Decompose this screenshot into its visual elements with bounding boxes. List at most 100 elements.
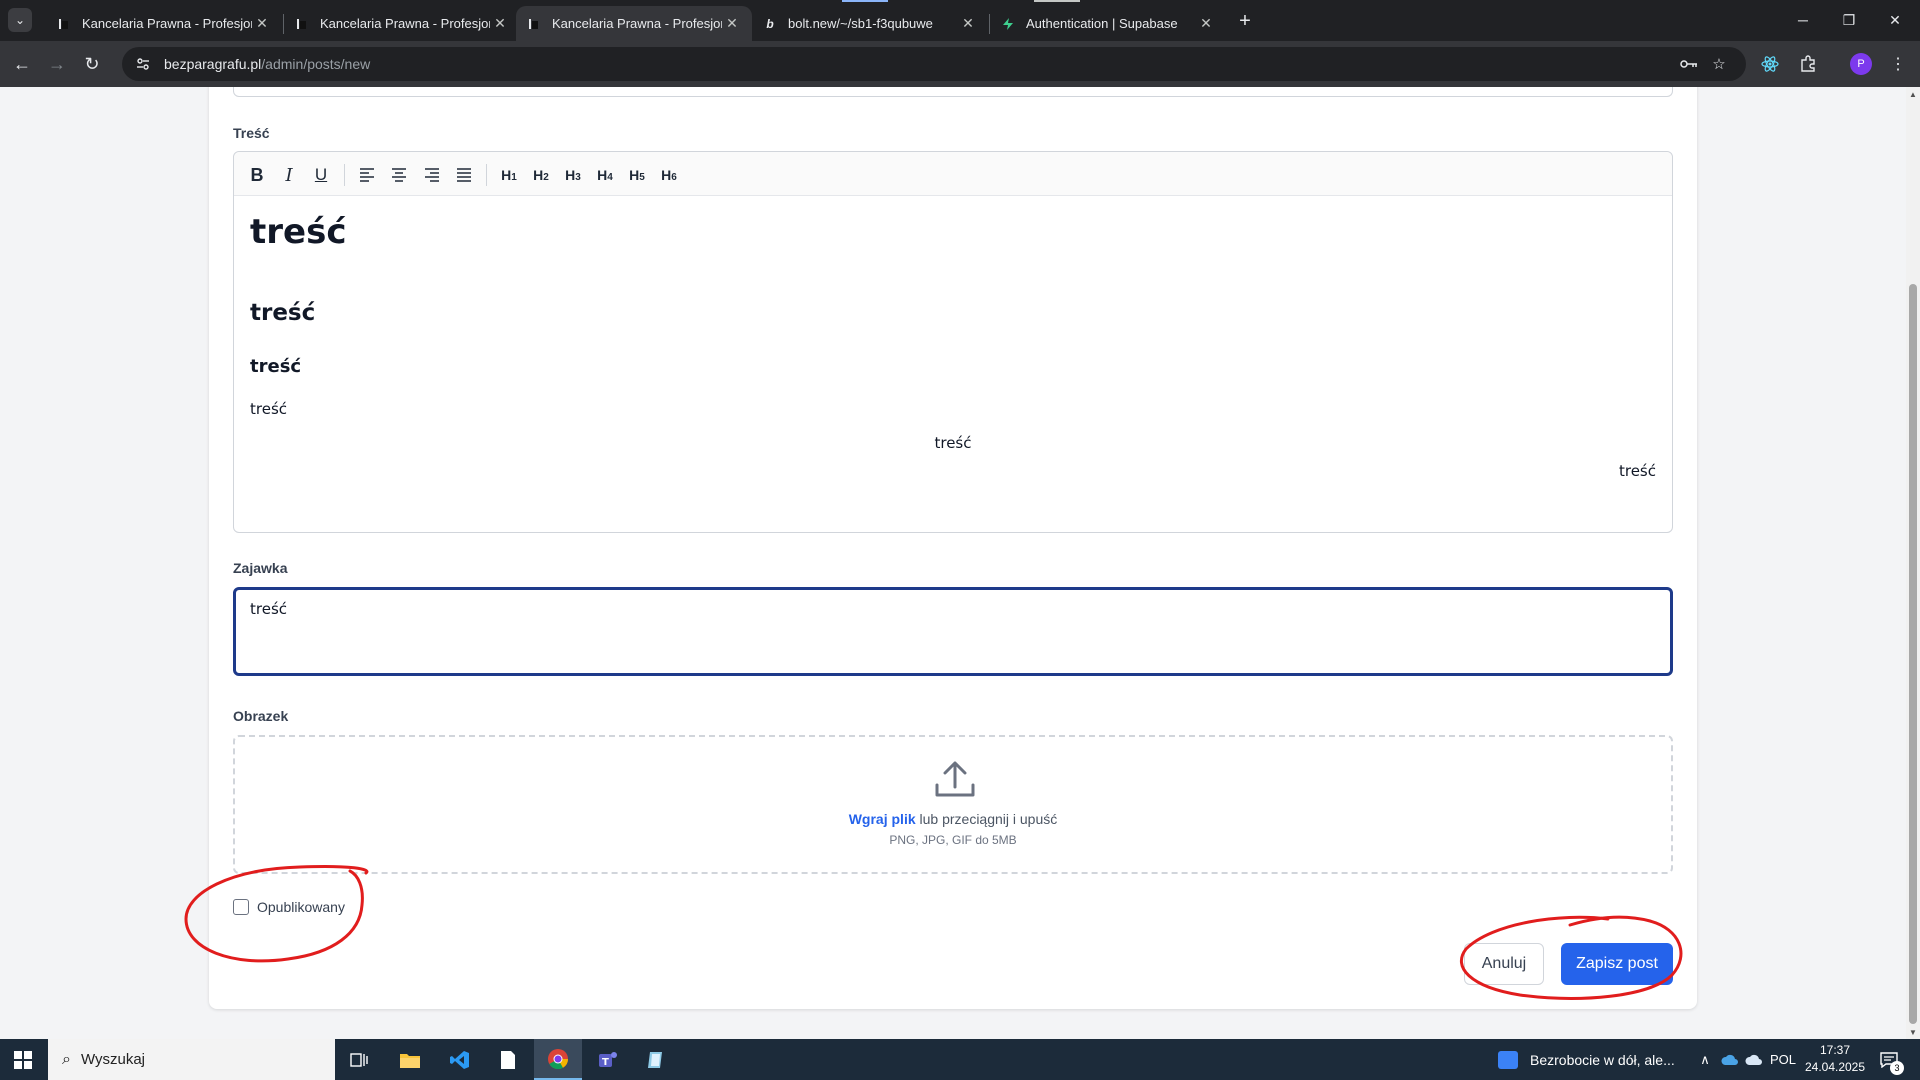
clock-date: 24.04.2025 xyxy=(1804,1060,1866,1074)
align-center-button[interactable] xyxy=(386,162,412,188)
heading-letter: H xyxy=(597,167,608,183)
tab-title: Authentication | Supabase xyxy=(1026,16,1178,31)
align-right-button[interactable] xyxy=(419,162,445,188)
onedrive-personal-icon[interactable] xyxy=(1742,1039,1766,1080)
browser-toolbar: ← → ↻ bezparagrafu.pl/admin/posts/new ☆ … xyxy=(0,41,1920,87)
editor-toolbar: B I U H1 H2 H3 H4 H5 H6 xyxy=(234,152,1672,196)
align-center-icon xyxy=(392,168,406,182)
align-justify-button[interactable] xyxy=(451,162,477,188)
tab-loading-indicator xyxy=(842,0,888,2)
notification-count-badge: 3 xyxy=(1890,1061,1904,1075)
rich-text-editor[interactable]: B I U H1 H2 H3 H4 H5 H6 treść treść treś… xyxy=(233,151,1673,533)
task-view-button[interactable] xyxy=(335,1039,383,1080)
content-label: Treść xyxy=(233,125,270,141)
new-tab-button[interactable]: + xyxy=(1232,8,1258,34)
forward-button[interactable]: → xyxy=(43,50,71,78)
teams-app[interactable]: T xyxy=(584,1039,632,1080)
heading-5-button[interactable]: H5 xyxy=(624,162,650,188)
address-bar[interactable]: bezparagrafu.pl/admin/posts/new ☆ xyxy=(122,47,1746,81)
page-viewport: Treść B I U H1 H2 H3 H4 H5 H6 treść treś… xyxy=(0,87,1906,1039)
upload-instructions: Wgraj plik lub przeciągnij i upuść xyxy=(235,811,1671,827)
editor-paragraph-right: treść xyxy=(1618,462,1656,480)
heading-6-button[interactable]: H6 xyxy=(656,162,682,188)
heading-letter: H xyxy=(565,167,576,183)
heading-level: 1 xyxy=(511,171,517,183)
previous-field-bottom[interactable] xyxy=(233,87,1673,97)
close-tab-icon[interactable]: ✕ xyxy=(252,14,272,34)
taskbar-search[interactable]: ⌕ Wyszukaj xyxy=(48,1039,335,1080)
heading-1-button[interactable]: H1 xyxy=(496,162,522,188)
notification-center-button[interactable]: 3 xyxy=(1876,1047,1904,1075)
heading-3-button[interactable]: H3 xyxy=(560,162,586,188)
italic-button[interactable]: I xyxy=(276,162,302,188)
heading-level: 6 xyxy=(671,171,677,183)
browser-tab-1[interactable]: Kancelaria Prawna - Profesjonal ✕ xyxy=(46,6,282,41)
reload-button[interactable]: ↻ xyxy=(78,50,106,78)
heading-level: 2 xyxy=(543,171,549,183)
close-tab-icon[interactable]: ✕ xyxy=(1196,14,1216,34)
vscode-app[interactable] xyxy=(436,1039,484,1080)
browser-tab-2[interactable]: Kancelaria Prawna - Profesjonal ✕ xyxy=(284,6,520,41)
taskbar-search-placeholder: Wyszukaj xyxy=(80,1051,146,1068)
editor-heading-3: treść xyxy=(250,356,302,377)
profile-avatar[interactable]: P xyxy=(1850,53,1872,75)
heading-4-button[interactable]: H4 xyxy=(592,162,618,188)
align-left-button[interactable] xyxy=(354,162,380,188)
onedrive-icon[interactable] xyxy=(1718,1039,1742,1080)
editor-content[interactable]: treść treść treść treść treść treść xyxy=(234,196,1672,532)
task-view-icon xyxy=(350,1052,368,1067)
close-window-button[interactable]: ✕ xyxy=(1872,0,1918,40)
published-checkbox[interactable] xyxy=(233,899,249,915)
scroll-down-arrow[interactable]: ▼ xyxy=(1906,1025,1920,1039)
cancel-button[interactable]: Anuluj xyxy=(1464,943,1544,985)
react-devtools-icon[interactable] xyxy=(1756,50,1784,78)
notepad-app[interactable] xyxy=(484,1039,532,1080)
scrollbar-thumb[interactable] xyxy=(1909,284,1917,1024)
bold-button[interactable]: B xyxy=(244,162,270,188)
underline-button[interactable]: U xyxy=(308,162,334,188)
search-icon: ⌕ xyxy=(62,1050,71,1068)
chrome-app[interactable] xyxy=(534,1039,582,1080)
url-host: bezparagrafu.pl xyxy=(164,56,262,72)
save-post-button[interactable]: Zapisz post xyxy=(1561,943,1673,985)
news-widget[interactable]: Bezrobocie w dół, ale... xyxy=(1498,1039,1675,1080)
tab-title: bolt.new/~/sb1-f3qubuwe xyxy=(788,16,933,31)
extensions-puzzle-icon[interactable] xyxy=(1794,50,1822,78)
language-indicator[interactable]: POL xyxy=(1768,1039,1798,1080)
tab-title: Kancelaria Prawna - Profesjonal xyxy=(82,16,252,31)
page-scrollbar[interactable]: ▲ ▼ xyxy=(1906,87,1920,1039)
published-label[interactable]: Opublikowany xyxy=(257,899,345,915)
browser-tab-3-active[interactable]: Kancelaria Prawna - Profesjonal ✕ xyxy=(516,6,752,41)
show-hidden-icons-chevron[interactable]: ∧ xyxy=(1694,1039,1716,1080)
heading-2-button[interactable]: H2 xyxy=(528,162,554,188)
snipping-tool-app[interactable] xyxy=(632,1039,680,1080)
vscode-icon xyxy=(450,1050,469,1069)
align-right-icon xyxy=(425,168,439,182)
scroll-up-arrow[interactable]: ▲ xyxy=(1906,87,1920,101)
system-clock[interactable]: 17:37 24.04.2025 xyxy=(1800,1042,1870,1076)
minimize-button[interactable]: ─ xyxy=(1780,0,1826,40)
heading-letter: H xyxy=(533,167,544,183)
tab-search-button[interactable]: ⌄ xyxy=(8,8,32,32)
back-button[interactable]: ← xyxy=(8,50,36,78)
browser-menu-icon[interactable]: ⋮ xyxy=(1884,50,1912,78)
site-info-icon[interactable] xyxy=(134,55,152,73)
upload-file-link[interactable]: Wgraj plik xyxy=(849,811,916,827)
tab-loading-indicator xyxy=(1034,0,1080,2)
file-explorer-app[interactable] xyxy=(386,1039,434,1080)
news-icon xyxy=(1498,1050,1518,1069)
browser-tab-4[interactable]: b bolt.new/~/sb1-f3qubuwe ✕ xyxy=(752,6,988,41)
start-button[interactable] xyxy=(0,1039,46,1080)
close-tab-icon[interactable]: ✕ xyxy=(490,14,510,34)
image-dropzone[interactable]: Wgraj plik lub przeciągnij i upuść PNG, … xyxy=(233,735,1673,874)
password-key-icon[interactable] xyxy=(1674,47,1704,81)
site-favicon-icon xyxy=(294,16,310,32)
browser-tab-5[interactable]: Authentication | Supabase ✕ xyxy=(990,6,1226,41)
excerpt-textarea[interactable]: treść xyxy=(233,587,1673,676)
close-tab-icon[interactable]: ✕ xyxy=(722,14,742,34)
close-tab-icon[interactable]: ✕ xyxy=(958,14,978,34)
heading-letter: H xyxy=(661,167,672,183)
bolt-favicon-icon: b xyxy=(766,16,774,31)
restore-button[interactable]: ❐ xyxy=(1826,0,1872,40)
bookmark-star-icon[interactable]: ☆ xyxy=(1704,47,1734,81)
